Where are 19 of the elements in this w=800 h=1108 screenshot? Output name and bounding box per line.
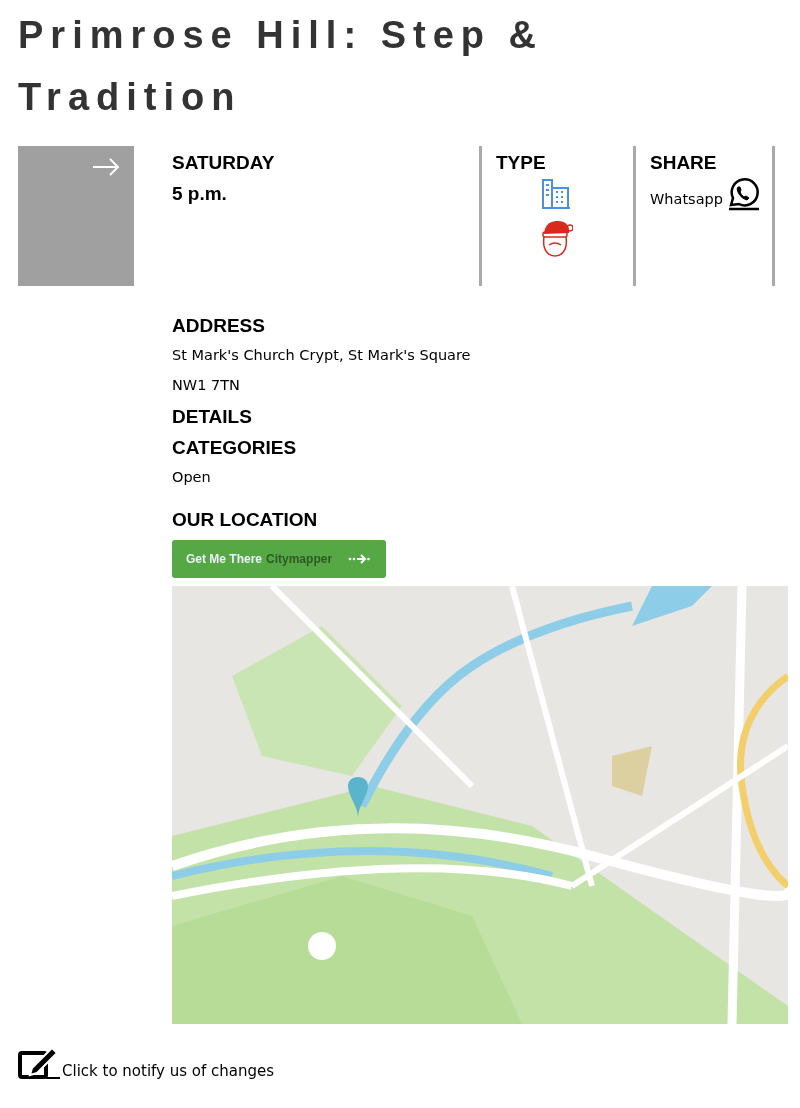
category-item: Open	[172, 468, 212, 487]
event-thumbnail[interactable]	[18, 146, 134, 286]
share-heading: SHARE	[650, 151, 718, 175]
location-heading: OUR LOCATION	[172, 508, 319, 532]
notify-link[interactable]: Click to notify us of changes	[18, 1044, 788, 1080]
event-day: SATURDAY	[172, 149, 479, 177]
dotted-arrow-icon	[348, 553, 371, 565]
santa-icon	[539, 219, 573, 257]
categories-heading: CATEGORIES	[172, 436, 298, 460]
arrow-right-icon	[92, 158, 120, 176]
event-time: 5 p.m.	[172, 182, 228, 206]
whatsapp-link[interactable]: Whatsapp	[650, 191, 723, 207]
type-heading: TYPE	[496, 151, 547, 175]
page-title: Primrose Hill: Step & Tradition	[18, 13, 544, 120]
building-icon	[540, 177, 572, 209]
details-heading: DETAILS	[172, 405, 253, 429]
address-line: St Mark's Church Crypt, St Mark's Square	[172, 346, 472, 365]
address-line: NW1 7TN	[172, 376, 241, 395]
address-heading: ADDRESS	[172, 314, 266, 338]
